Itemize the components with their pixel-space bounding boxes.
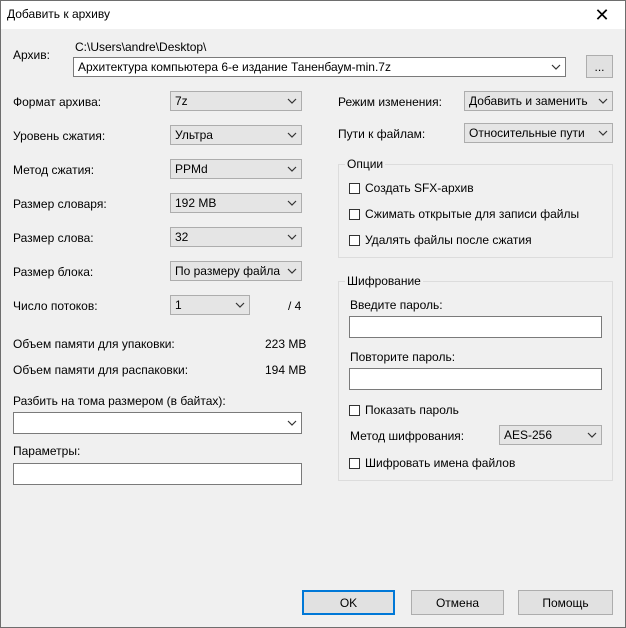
archive-name-combobox[interactable]: Архитектура компьютера 6-е издание Танен…	[73, 57, 566, 77]
checkbox-box	[349, 404, 360, 416]
chevron-down-icon	[583, 426, 601, 444]
options-title: Опции	[345, 157, 386, 171]
delete-after-label: Удалять файлы после сжатия	[365, 233, 532, 247]
mem-unpack-label: Объем памяти для распаковки:	[13, 363, 189, 377]
method-label: Метод сжатия:	[13, 163, 95, 177]
checkbox-box	[349, 182, 360, 194]
encryption-method-value: AES-256	[504, 428, 553, 442]
update-mode-select[interactable]: Добавить и заменить	[464, 91, 613, 111]
encrypt-names-label: Шифровать имена файлов	[365, 456, 516, 470]
threads-select[interactable]: 1	[170, 295, 250, 315]
format-value: 7z	[175, 94, 188, 108]
mem-pack-value: 223 MB	[265, 337, 307, 351]
chevron-down-icon	[231, 296, 249, 314]
compress-shared-checkbox[interactable]: Сжимать открытые для записи файлы	[349, 207, 579, 221]
method-value: PPMd	[175, 162, 208, 176]
compress-shared-label: Сжимать открытые для записи файлы	[365, 207, 580, 221]
chevron-down-icon	[283, 92, 301, 110]
encryption-title: Шифрование	[345, 274, 423, 288]
close-icon: ✕	[594, 4, 610, 25]
archive-label: Архив:	[13, 48, 50, 62]
chevron-down-icon	[283, 194, 301, 212]
cancel-button[interactable]: Отмена	[411, 590, 504, 615]
dict-label: Размер словаря:	[13, 197, 107, 211]
repeat-password-input[interactable]	[349, 368, 602, 390]
add-to-archive-dialog: Добавить к архиву ✕ Архив: C:\Users\andr…	[0, 0, 626, 628]
window-title: Добавить к архиву	[7, 7, 110, 21]
update-mode-value: Добавить и заменить	[469, 94, 588, 108]
enter-password-label: Введите пароль:	[350, 298, 443, 312]
dict-select[interactable]: 192 MB	[170, 193, 302, 213]
archive-path: C:\Users\andre\Desktop\	[75, 40, 207, 54]
word-label: Размер слова:	[13, 231, 94, 245]
block-label: Размер блока:	[13, 265, 94, 279]
threads-max: / 4	[288, 299, 302, 313]
browse-button[interactable]: ...	[586, 55, 613, 78]
password-input[interactable]	[349, 316, 602, 338]
show-password-checkbox[interactable]: Показать пароль	[349, 403, 459, 417]
method-select[interactable]: PPMd	[170, 159, 302, 179]
chevron-down-icon	[283, 126, 301, 144]
params-label: Параметры:	[13, 444, 81, 458]
chevron-down-icon	[594, 92, 612, 110]
mem-unpack-value: 194 MB	[265, 363, 307, 377]
block-value: По размеру файла	[175, 264, 281, 278]
chevron-down-icon	[283, 413, 301, 433]
update-mode-label: Режим изменения:	[338, 95, 442, 109]
close-button[interactable]: ✕	[579, 1, 625, 29]
sfx-checkbox[interactable]: Создать SFX-архив	[349, 181, 474, 195]
checkbox-box	[349, 234, 360, 246]
level-label: Уровень сжатия:	[13, 129, 106, 143]
repeat-password-label: Повторите пароль:	[350, 350, 456, 364]
path-mode-value: Относительные пути	[469, 126, 585, 140]
ok-button[interactable]: OK	[302, 590, 395, 615]
help-button[interactable]: Помощь	[518, 590, 613, 615]
format-select[interactable]: 7z	[170, 91, 302, 111]
title-bar: Добавить к архиву ✕	[1, 1, 625, 29]
params-input[interactable]	[13, 463, 302, 485]
show-password-label: Показать пароль	[365, 403, 459, 417]
chevron-down-icon	[283, 262, 301, 280]
block-select[interactable]: По размеру файла	[170, 261, 302, 281]
split-label: Разбить на тома размером (в байтах):	[13, 394, 226, 408]
chevron-down-icon	[283, 228, 301, 246]
format-label: Формат архива:	[13, 95, 102, 109]
threads-value: 1	[175, 298, 182, 312]
chevron-down-icon	[594, 124, 612, 142]
threads-label: Число потоков:	[13, 299, 98, 313]
path-mode-select[interactable]: Относительные пути	[464, 123, 613, 143]
checkbox-box	[349, 208, 360, 220]
dict-value: 192 MB	[175, 196, 217, 210]
encrypt-names-checkbox[interactable]: Шифровать имена файлов	[349, 456, 515, 470]
checkbox-box	[349, 457, 360, 469]
archive-name-value: Архитектура компьютера 6-е издание Танен…	[78, 60, 391, 74]
encryption-method-label: Метод шифрования:	[350, 429, 465, 443]
chevron-down-icon	[283, 160, 301, 178]
split-combobox[interactable]	[13, 412, 302, 434]
level-value: Ультра	[175, 128, 213, 142]
chevron-down-icon[interactable]	[547, 58, 565, 76]
delete-after-checkbox[interactable]: Удалять файлы после сжатия	[349, 233, 532, 247]
sfx-label: Создать SFX-архив	[365, 181, 474, 195]
word-value: 32	[175, 230, 189, 244]
word-select[interactable]: 32	[170, 227, 302, 247]
level-select[interactable]: Ультра	[170, 125, 302, 145]
path-mode-label: Пути к файлам:	[338, 127, 426, 141]
mem-pack-label: Объем памяти для упаковки:	[13, 337, 175, 351]
encryption-method-select[interactable]: AES-256	[499, 425, 602, 445]
